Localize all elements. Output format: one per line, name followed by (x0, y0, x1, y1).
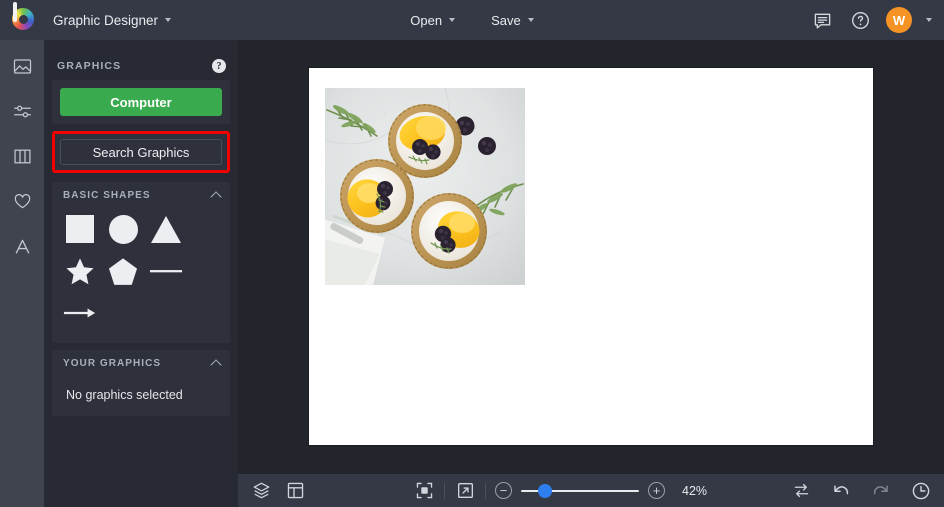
tool-rail (0, 40, 44, 507)
your-graphics-label: YOUR GRAPHICS (63, 358, 162, 369)
bottom-toolbar: − + 42% (238, 474, 944, 507)
divider (444, 482, 445, 499)
zoom-level-value: 42% (682, 483, 708, 498)
arrow-shape[interactable] (62, 295, 98, 331)
header-right-actions: W (810, 0, 932, 40)
zoom-out-button[interactable]: − (495, 482, 512, 499)
divider (485, 482, 486, 499)
triangle-shape[interactable] (148, 211, 184, 247)
sidebar-item-text[interactable] (7, 232, 37, 260)
sidebar-item-favorites[interactable] (7, 187, 37, 215)
page-title: GRAPHICS (57, 60, 122, 72)
help-circle-icon[interactable] (848, 8, 872, 32)
redo-arrow-icon[interactable] (870, 480, 892, 502)
no-graphics-message: No graphics selected (66, 388, 183, 402)
search-graphics-button[interactable]: Search Graphics (60, 139, 222, 165)
zoom-controls: − + 42% (413, 480, 708, 502)
expand-arrow-icon[interactable] (454, 480, 476, 502)
fit-to-screen-icon[interactable] (413, 480, 435, 502)
sidebar-item-adjust[interactable] (7, 97, 37, 125)
your-graphics-header[interactable]: YOUR GRAPHICS (52, 350, 230, 377)
history-clock-icon[interactable] (910, 480, 932, 502)
chevron-down-icon (527, 18, 534, 22)
search-graphics-highlight: Search Graphics (52, 131, 230, 173)
chevron-up-icon (210, 359, 222, 371)
zoom-in-button[interactable]: + (648, 482, 665, 499)
basic-shapes-header[interactable]: BASIC SHAPES (52, 182, 230, 209)
undo-arrow-icon[interactable] (830, 480, 852, 502)
square-shape[interactable] (62, 211, 98, 247)
sidebar-item-layout[interactable] (7, 142, 37, 170)
workspace[interactable] (238, 40, 944, 474)
account-chevron-down-icon[interactable] (926, 18, 932, 22)
basic-shapes-grid (52, 209, 230, 343)
comment-icon[interactable] (810, 8, 834, 32)
compare-swap-icon[interactable] (790, 480, 812, 502)
basic-shapes-label: BASIC SHAPES (63, 190, 151, 201)
question-mark-icon[interactable]: ? (212, 59, 226, 73)
pentagon-shape[interactable] (105, 253, 141, 289)
bottom-left-tools (238, 480, 306, 502)
panel-layout-icon[interactable] (284, 480, 306, 502)
header-center-actions: Open Save (0, 8, 944, 32)
open-label: Open (410, 12, 443, 28)
graphic-designer-app: Graphic Designer Open Save W GRAPHICS ? … (0, 0, 944, 507)
canvas-photo[interactable] (325, 88, 525, 285)
star-shape[interactable] (62, 253, 98, 289)
zoom-slider[interactable] (521, 482, 639, 499)
avatar[interactable]: W (886, 7, 912, 33)
layers-icon[interactable] (250, 480, 272, 502)
sidebar-item-image[interactable] (7, 52, 37, 80)
top-bar: Graphic Designer Open Save W (0, 0, 944, 40)
computer-upload-block: Computer (52, 80, 230, 124)
line-shape[interactable] (148, 253, 184, 289)
open-button[interactable]: Open (398, 8, 467, 32)
design-canvas[interactable] (309, 68, 873, 445)
zoom-slider-thumb[interactable] (537, 483, 552, 498)
graphics-panel: GRAPHICS ? Computer Search Graphics BASI… (44, 40, 238, 507)
panel-header: GRAPHICS ? (44, 52, 238, 80)
save-label: Save (491, 12, 521, 28)
bottom-right-tools (790, 480, 932, 502)
chevron-up-icon (210, 191, 222, 203)
chevron-down-icon (449, 18, 456, 22)
save-button[interactable]: Save (479, 8, 546, 32)
basic-shapes-section: BASIC SHAPES (52, 182, 230, 343)
avatar-initial: W (892, 12, 906, 28)
circle-shape[interactable] (105, 211, 141, 247)
your-graphics-section: YOUR GRAPHICS No graphics selected (52, 350, 230, 416)
computer-button[interactable]: Computer (60, 88, 222, 116)
